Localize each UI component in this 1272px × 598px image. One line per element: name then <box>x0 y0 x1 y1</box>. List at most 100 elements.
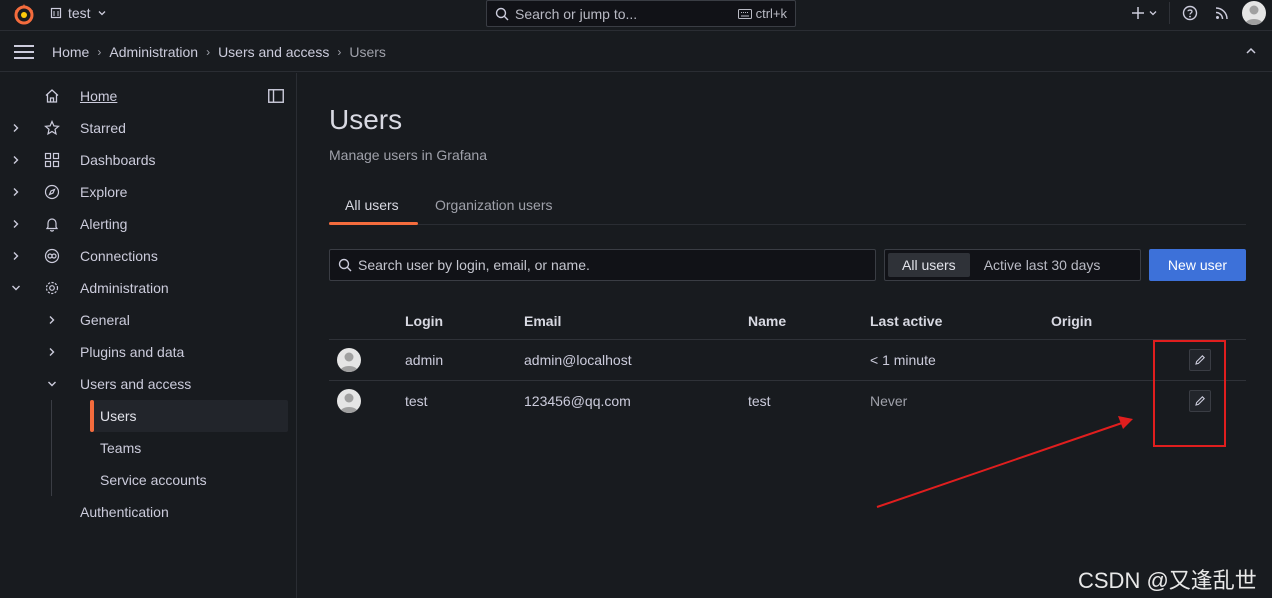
sidebar-item-label: Service accounts <box>100 472 207 488</box>
help-button[interactable] <box>1178 0 1202 26</box>
building-icon <box>50 7 62 19</box>
cell-login: test <box>405 393 428 409</box>
chevron-right-icon[interactable] <box>46 314 58 326</box>
chevron-up-icon[interactable] <box>1244 44 1258 58</box>
add-new-button[interactable] <box>1127 0 1161 26</box>
filter-active-last-30-days[interactable]: Active last 30 days <box>970 253 1115 277</box>
sidebar: Home Starred Dashboards Explore Alerting… <box>0 73 297 598</box>
plus-icon <box>1131 7 1144 19</box>
sidebar-item-label: Home <box>80 88 118 104</box>
sidebar-item-label: General <box>80 312 130 328</box>
watermark: CSDN @又逢乱世 <box>1078 568 1257 593</box>
tab-organization-users[interactable]: Organization users <box>435 197 553 213</box>
sidebar-item-teams[interactable]: Teams <box>0 433 290 463</box>
chevron-down-icon <box>1149 11 1156 16</box>
global-search-placeholder: Search or jump to... <box>515 5 638 22</box>
divider <box>1169 2 1170 24</box>
sidebar-item-authentication[interactable]: Authentication <box>0 497 290 527</box>
filter-all-users[interactable]: All users <box>888 253 970 277</box>
bell-icon <box>45 218 59 232</box>
table-row[interactable]: test 123456@qq.com test Never <box>329 381 1246 422</box>
chevron-right-icon[interactable] <box>46 346 58 358</box>
breadcrumb-administration[interactable]: Administration <box>109 44 198 60</box>
sidebar-item-label: Users and access <box>80 376 192 392</box>
top-bar: test Search or jump to... ctrl+k <box>0 0 1272 31</box>
column-header-origin: Origin <box>1051 313 1093 329</box>
question-circle-icon <box>1182 5 1198 21</box>
sidebar-item-connections[interactable]: Connections <box>0 241 290 271</box>
column-header-name[interactable]: Name <box>748 313 786 329</box>
column-header-email[interactable]: Email <box>524 313 561 329</box>
annotation-highlight-box <box>1153 340 1226 447</box>
sidebar-item-label: Dashboards <box>80 152 156 168</box>
chevron-right-icon[interactable] <box>10 218 22 230</box>
breadcrumb-users: Users <box>349 44 386 60</box>
chevron-right-icon[interactable] <box>10 154 22 166</box>
star-icon <box>44 120 60 136</box>
activity-filter: All users Active last 30 days <box>884 249 1141 281</box>
user-avatar[interactable] <box>1242 1 1266 25</box>
breadcrumb-separator-icon: › <box>97 45 102 59</box>
tab-all-users[interactable]: All users <box>345 197 399 213</box>
new-user-button[interactable]: New user <box>1149 249 1246 281</box>
search-icon <box>495 7 509 20</box>
sidebar-item-label: Explore <box>80 184 128 200</box>
compass-icon <box>44 184 60 200</box>
news-button[interactable] <box>1202 0 1242 26</box>
table-row[interactable]: admin admin@localhost < 1 minute <box>329 340 1246 381</box>
org-switcher[interactable]: test <box>50 4 107 22</box>
column-header-last-active[interactable]: Last active <box>870 313 942 329</box>
breadcrumb-bar: Home › Administration › Users and access… <box>0 32 1272 72</box>
chevron-right-icon[interactable] <box>10 122 22 134</box>
menu-icon[interactable] <box>14 44 34 60</box>
grafana-logo-icon[interactable] <box>12 2 36 26</box>
search-shortcut-label: ctrl+k <box>755 6 787 21</box>
user-avatar-icon <box>340 393 358 413</box>
sidebar-item-users[interactable]: Users <box>0 401 290 431</box>
chevron-right-icon[interactable] <box>10 186 22 198</box>
cell-email: 123456@qq.com <box>524 393 631 409</box>
chevron-down-icon <box>98 11 106 16</box>
sidebar-item-label: Connections <box>80 248 158 264</box>
sidebar-item-dashboards[interactable]: Dashboards <box>0 145 290 175</box>
breadcrumb: Home › Administration › Users and access… <box>52 44 386 60</box>
home-icon <box>45 89 59 103</box>
sidebar-item-label: Users <box>100 408 137 424</box>
main-content: Users Manage users in Grafana All users … <box>298 73 1272 598</box>
sidebar-item-label: Teams <box>100 440 142 456</box>
cell-login: admin <box>405 352 444 368</box>
sidebar-item-service-accounts[interactable]: Service accounts <box>0 465 290 495</box>
chevron-down-icon[interactable] <box>10 282 22 294</box>
chevron-down-icon[interactable] <box>46 378 58 390</box>
user-avatar-icon <box>1245 5 1263 25</box>
sidebar-item-home[interactable]: Home <box>0 81 290 111</box>
sidebar-item-explore[interactable]: Explore <box>0 177 290 207</box>
sidebar-item-label: Plugins and data <box>80 344 185 360</box>
sidebar-item-label: Administration <box>80 280 169 296</box>
user-search-input[interactable] <box>358 257 867 273</box>
chevron-right-icon[interactable] <box>10 250 22 262</box>
sidebar-item-starred[interactable]: Starred <box>0 113 290 143</box>
rss-icon <box>1215 7 1228 20</box>
breadcrumb-users-and-access[interactable]: Users and access <box>218 44 329 60</box>
keyboard-icon <box>737 8 752 19</box>
column-header-login[interactable]: Login <box>405 313 443 329</box>
cell-last-active: Never <box>870 393 908 409</box>
search-icon <box>338 258 352 272</box>
sidebar-item-plugins-and-data[interactable]: Plugins and data <box>0 337 290 367</box>
sidebar-item-general[interactable]: General <box>0 305 290 335</box>
breadcrumb-separator-icon: › <box>337 45 342 59</box>
user-avatar-icon <box>340 352 358 372</box>
avatar <box>337 348 361 372</box>
search-shortcut: ctrl+k <box>737 6 787 21</box>
sidebar-item-users-and-access[interactable]: Users and access <box>0 369 290 399</box>
global-search-input[interactable]: Search or jump to... ctrl+k <box>486 0 796 27</box>
cog-icon <box>45 281 59 295</box>
sidebar-item-alerting[interactable]: Alerting <box>0 209 290 239</box>
sidebar-item-label: Authentication <box>80 504 169 520</box>
sidebar-item-administration[interactable]: Administration <box>0 273 290 303</box>
user-search-field[interactable] <box>329 249 876 281</box>
apps-icon <box>44 152 60 168</box>
breadcrumb-home[interactable]: Home <box>52 44 89 60</box>
top-actions <box>1127 0 1272 26</box>
